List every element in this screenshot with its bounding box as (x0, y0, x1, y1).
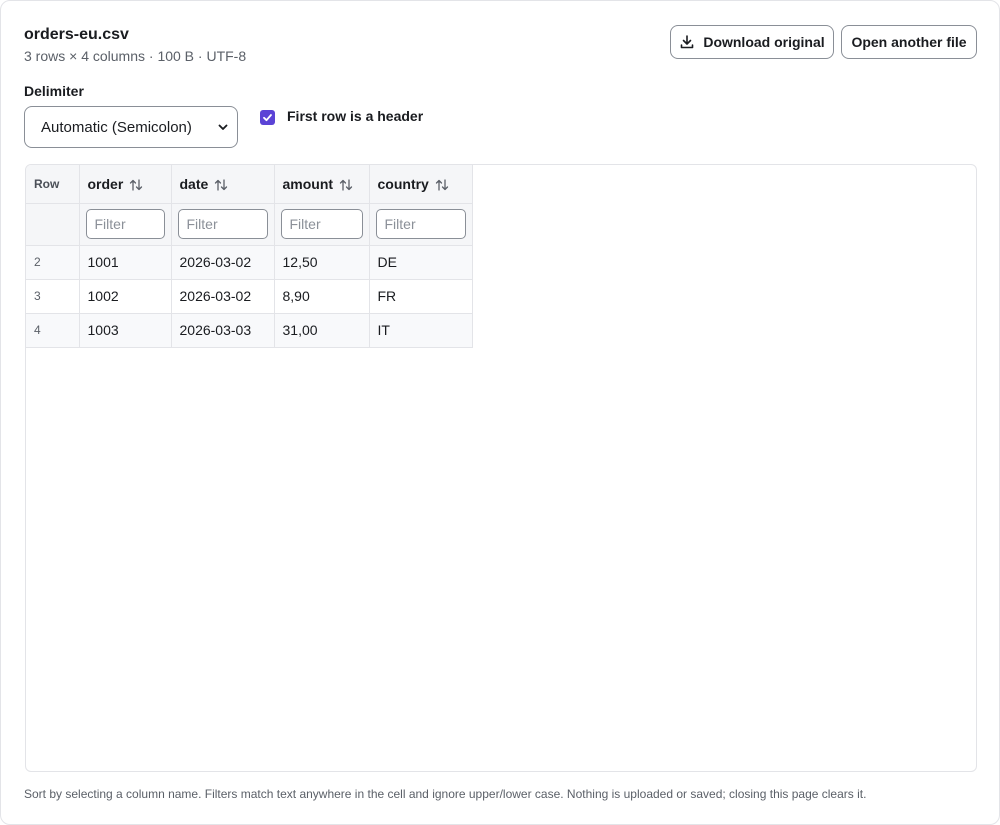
cell-date: 2026-03-02 (171, 245, 275, 280)
download-original-button[interactable]: Download original (670, 25, 834, 59)
cell-country: IT (369, 313, 473, 348)
column-header-date[interactable]: date (171, 165, 275, 204)
sort-icon (339, 179, 353, 191)
help-note: Sort by selecting a column name. Filters… (24, 787, 867, 801)
open-another-file-button[interactable]: Open another file (841, 25, 977, 59)
cell-order: 1002 (79, 279, 172, 314)
cell-order: 1001 (79, 245, 172, 280)
filter-cell (171, 203, 275, 246)
download-icon (681, 35, 694, 49)
filter-row (26, 203, 473, 246)
row-number: 4 (26, 313, 80, 348)
row-number: 3 (26, 279, 80, 314)
filter-input-order[interactable] (85, 209, 165, 239)
column-header-country[interactable]: country (369, 165, 473, 204)
cell-amount: 31,00 (274, 313, 370, 348)
row-number: 2 (26, 245, 80, 280)
sort-icon (130, 179, 143, 191)
file-name: orders-eu.csv (24, 26, 129, 43)
column-header-label: country (377, 175, 429, 192)
column-header-label: amount (282, 175, 334, 192)
column-header-label: order (87, 175, 124, 192)
cell-date: 2026-03-03 (171, 313, 275, 348)
column-header-order[interactable]: order (79, 165, 172, 204)
column-header-label: date (179, 175, 209, 192)
table-header-row: Row order date amount country (26, 165, 473, 204)
check-icon (263, 114, 272, 122)
row-number-header: Row (26, 165, 80, 204)
data-table-container: Row order date amount country Filter Fil… (25, 164, 977, 772)
table-row: 4 1003 2026-03-03 31,00 IT (26, 313, 473, 348)
sort-icon (435, 179, 448, 191)
filter-input-amount[interactable] (280, 209, 363, 239)
filter-row-spacer (26, 203, 80, 246)
cell-date: 2026-03-02 (171, 279, 275, 314)
cell-order: 1003 (79, 313, 172, 348)
delimiter-select-value: Automatic (Semicolon) (41, 118, 192, 136)
filter-input-date[interactable] (177, 209, 268, 239)
filter-cell (274, 203, 370, 246)
viewer-card: orders-eu.csv 3 rows × 4 columns · 100 B… (0, 0, 1000, 825)
filter-input-country[interactable] (375, 209, 466, 239)
cell-amount: 12,50 (274, 245, 370, 280)
delimiter-label: Delimiter (24, 83, 84, 99)
chevron-down-icon (218, 124, 228, 130)
cell-amount: 8,90 (274, 279, 370, 314)
filter-cell (369, 203, 473, 246)
cell-country: FR (369, 279, 473, 314)
sort-icon (215, 179, 228, 191)
file-meta: 3 rows × 4 columns · 100 B · UTF-8 (24, 48, 247, 64)
column-header-amount[interactable]: amount (274, 165, 370, 204)
open-another-file-label: Open another file (851, 34, 967, 50)
download-original-label: Download original (703, 34, 825, 50)
table-row: 3 1002 2026-03-02 8,90 FR (26, 279, 473, 314)
delimiter-select[interactable]: Automatic (Semicolon) (24, 106, 238, 148)
header-checkbox[interactable] (260, 110, 275, 125)
cell-country: DE (369, 245, 473, 280)
header-checkbox-label[interactable]: First row is a header (287, 108, 423, 124)
table-row: 2 1001 2026-03-02 12,50 DE (26, 245, 473, 280)
data-table: Row order date amount country Filter Fil… (26, 165, 473, 348)
filter-cell (79, 203, 172, 246)
